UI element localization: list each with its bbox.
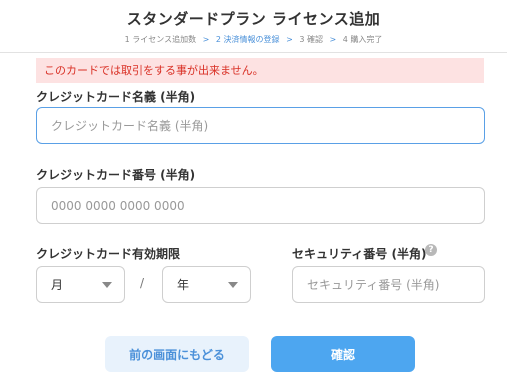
page-title: スタンダードプラン ライセンス追加 xyxy=(126,10,381,28)
step-1: 1 ライセンス追加数 xyxy=(124,35,197,44)
card-name-placeholder: クレジットカード名義 (半角) xyxy=(51,119,209,133)
card-number-input[interactable]: 0000 0000 0000 0000 xyxy=(36,187,485,224)
chevron-down-icon xyxy=(228,282,238,288)
expiry-separator: / xyxy=(140,276,145,290)
security-code-placeholder: セキュリティ番号 (半角) xyxy=(307,278,440,292)
expiry-month-value: 月 xyxy=(51,278,64,292)
step-arrow-icon: > xyxy=(329,35,337,44)
step-indicator: 1 ライセンス追加数 > 2 決済情報の登録 > 3 確認 > 4 購入完了 xyxy=(0,34,507,45)
step-2-active: 2 決済情報の登録 xyxy=(215,35,280,44)
expiry-month-select[interactable]: 月 xyxy=(36,266,125,303)
card-name-label: クレジットカード名義 (半角) xyxy=(36,90,196,104)
expiry-year-select[interactable]: 年 xyxy=(162,266,251,303)
step-4: 4 購入完了 xyxy=(342,35,383,44)
expiry-label: クレジットカード有効期限 xyxy=(36,247,181,261)
security-code-input[interactable]: セキュリティ番号 (半角) xyxy=(292,266,485,303)
card-number-placeholder: 0000 0000 0000 0000 xyxy=(51,198,185,213)
card-name-input[interactable]: クレジットカード名義 (半角) xyxy=(36,107,485,144)
header-divider xyxy=(0,52,507,53)
step-3: 3 確認 xyxy=(299,35,323,44)
security-label: セキュリティ番号 (半角) xyxy=(292,247,427,261)
expiry-year-value: 年 xyxy=(177,278,190,292)
step-arrow-icon: > xyxy=(202,35,210,44)
confirm-button[interactable]: 確認 xyxy=(271,336,415,372)
step-arrow-icon: > xyxy=(286,35,293,44)
question-circle-icon[interactable]: ? xyxy=(425,244,437,256)
error-banner: このカードでは取引をする事が出来ません。 xyxy=(36,58,484,83)
back-button[interactable]: 前の画面にもどる xyxy=(105,336,249,372)
chevron-down-icon xyxy=(102,282,112,288)
card-number-label: クレジットカード番号 (半角) xyxy=(36,168,196,182)
